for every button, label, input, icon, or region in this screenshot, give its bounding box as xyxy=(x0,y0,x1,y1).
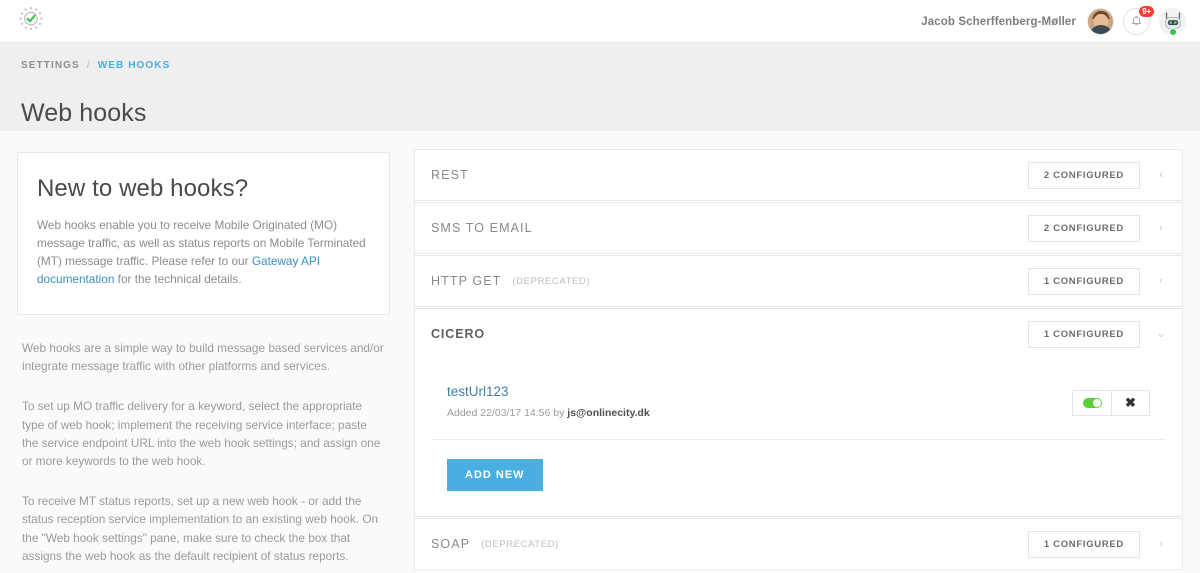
chevron-collapse-icon[interactable]: ‹ xyxy=(1154,538,1168,550)
hook-header-cicero[interactable]: CICERO 1 CONFIGURED ⌄ xyxy=(415,309,1182,359)
breadcrumb-web-hooks[interactable]: WEB HOOKS xyxy=(98,60,171,71)
hook-header-right-sms-to-email: 2 CONFIGURED ‹ xyxy=(1027,214,1168,242)
hook-name-cicero: CICERO xyxy=(431,327,486,341)
hook-header-right-rest: 2 CONFIGURED ‹ xyxy=(1027,161,1168,189)
top-bar: Jacob Scherffenberg-Møller 9+ xyxy=(0,0,1200,43)
hook-item-actions: ✖ xyxy=(1072,389,1150,416)
hook-name-http-get: HTTP GET xyxy=(431,274,502,288)
hook-name-sms-to-email: SMS TO EMAIL xyxy=(431,221,533,235)
hook-header-right-cicero: 1 CONFIGURED ⌄ xyxy=(1027,320,1168,348)
hook-card-sms-to-email: SMS TO EMAIL 2 CONFIGURED ‹ xyxy=(414,202,1183,254)
chevron-collapse-icon[interactable]: ‹ xyxy=(1154,169,1168,181)
add-new-button[interactable]: ADD NEW xyxy=(447,459,543,491)
help-text-block: Web hooks are a simple way to build mess… xyxy=(17,339,390,565)
hook-added-prefix: Added 22/03/17 14:56 by xyxy=(447,407,568,419)
header-user-area: Jacob Scherffenberg-Møller 9+ xyxy=(921,0,1186,43)
chevron-collapse-icon[interactable]: ‹ xyxy=(1154,275,1168,287)
info-card: New to web hooks? Web hooks enable you t… xyxy=(17,152,390,315)
close-x-icon: ✖ xyxy=(1125,395,1136,410)
hook-url-link[interactable]: testUrl123 xyxy=(447,384,1072,399)
notification-count-badge: 9+ xyxy=(1138,5,1155,18)
avatar[interactable] xyxy=(1087,8,1114,35)
bot-avatar-button[interactable] xyxy=(1159,8,1186,36)
help-paragraph-1: Web hooks are a simple way to build mess… xyxy=(22,341,384,374)
hook-card-soap: SOAP (DEPRECATED) 1 CONFIGURED ‹ xyxy=(414,518,1183,570)
hook-header-right-http-get: 1 CONFIGURED ‹ xyxy=(1027,267,1168,295)
help-paragraph-3: To receive MT status reports, set up a n… xyxy=(22,494,379,563)
hook-delete-button[interactable]: ✖ xyxy=(1111,390,1149,415)
list-item: testUrl123 Added 22/03/17 14:56 by js@on… xyxy=(431,359,1166,440)
chevron-expand-icon[interactable]: ⌄ xyxy=(1154,328,1168,340)
user-name-label: Jacob Scherffenberg-Møller xyxy=(921,15,1076,28)
hook-header-rest[interactable]: REST 2 CONFIGURED ‹ xyxy=(415,150,1182,200)
configured-badge-soap[interactable]: 1 CONFIGURED xyxy=(1027,530,1140,558)
configured-badge-http-get[interactable]: 1 CONFIGURED xyxy=(1027,267,1140,295)
info-card-heading: New to web hooks? xyxy=(37,175,249,202)
left-column: New to web hooks? Web hooks enable you t… xyxy=(17,152,390,565)
info-card-text-after-link: for the technical details. xyxy=(114,272,242,286)
configured-badge-cicero[interactable]: 1 CONFIGURED xyxy=(1027,320,1140,348)
web-hook-list: REST 2 CONFIGURED ‹ SMS TO EMAIL 2 CONFI… xyxy=(414,149,1183,571)
notifications-button[interactable]: 9+ xyxy=(1123,5,1155,35)
avatar-body xyxy=(1088,25,1113,34)
hook-card-rest: REST 2 CONFIGURED ‹ xyxy=(414,149,1183,201)
hook-name-soap: SOAP xyxy=(431,537,471,551)
hook-name-rest: REST xyxy=(431,168,469,182)
toggle-knob xyxy=(1092,398,1101,407)
hook-body-cicero: testUrl123 Added 22/03/17 14:56 by js@on… xyxy=(415,359,1182,516)
help-paragraph-2: To set up MO traffic delivery for a keyw… xyxy=(22,399,381,469)
hook-item-meta: testUrl123 Added 22/03/17 14:56 by js@on… xyxy=(447,384,1072,421)
hook-header-right-soap: 1 CONFIGURED ‹ xyxy=(1027,530,1168,558)
toggle-on-icon xyxy=(1082,397,1102,408)
hook-added-user: js@onlinecity.dk xyxy=(567,407,650,419)
deprecated-label-soap: (DEPRECATED) xyxy=(481,538,559,550)
page-title: Web hooks xyxy=(21,98,147,127)
hook-card-http-get: HTTP GET (DEPRECATED) 1 CONFIGURED ‹ xyxy=(414,255,1183,307)
hook-card-cicero: CICERO 1 CONFIGURED ⌄ testUrl123 Added 2… xyxy=(414,308,1183,517)
breadcrumb-settings[interactable]: SETTINGS xyxy=(21,60,80,71)
configured-badge-rest[interactable]: 2 CONFIGURED xyxy=(1027,161,1140,189)
hook-header-soap[interactable]: SOAP (DEPRECATED) 1 CONFIGURED ‹ xyxy=(415,519,1182,569)
main-content: New to web hooks? Web hooks enable you t… xyxy=(0,131,1200,573)
hook-header-sms-to-email[interactable]: SMS TO EMAIL 2 CONFIGURED ‹ xyxy=(415,203,1182,253)
breadcrumb: SETTINGS / WEB HOOKS xyxy=(21,60,170,71)
hook-header-http-get[interactable]: HTTP GET (DEPRECATED) 1 CONFIGURED ‹ xyxy=(415,256,1182,306)
add-new-wrapper: ADD NEW xyxy=(431,440,1166,516)
configured-badge-sms-to-email[interactable]: 2 CONFIGURED xyxy=(1027,214,1140,242)
bot-online-status-dot xyxy=(1168,28,1177,36)
hook-enable-toggle[interactable] xyxy=(1073,390,1111,415)
check-badge-stars-logo[interactable] xyxy=(14,5,48,39)
breadcrumb-separator: / xyxy=(86,60,91,71)
chevron-collapse-icon[interactable]: ‹ xyxy=(1154,222,1168,234)
info-card-body: Web hooks enable you to receive Mobile O… xyxy=(37,216,370,288)
page-header-band: SETTINGS / WEB HOOKS Web hooks xyxy=(0,43,1200,131)
hook-added-info: Added 22/03/17 14:56 by js@onlinecity.dk xyxy=(447,407,650,419)
deprecated-label-http-get: (DEPRECATED) xyxy=(512,275,591,287)
